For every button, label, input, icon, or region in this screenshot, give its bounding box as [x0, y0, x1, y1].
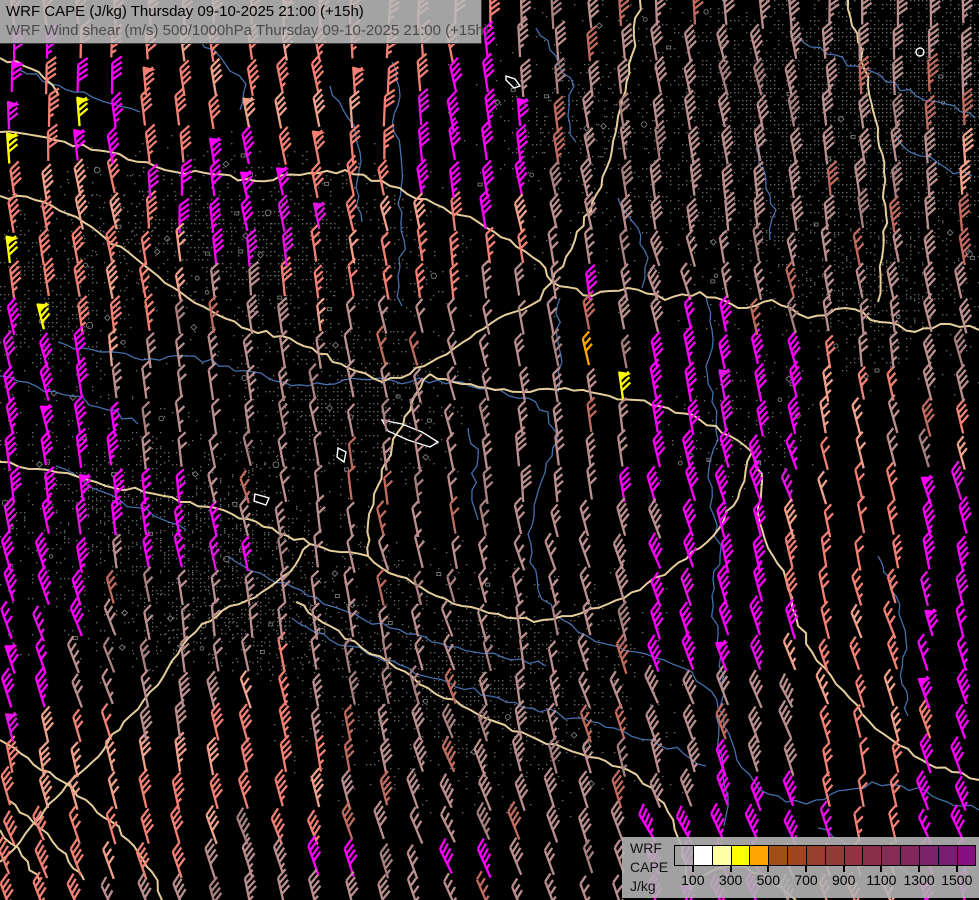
legend-swatch — [787, 845, 806, 866]
legend-swatch — [862, 845, 882, 866]
legend-swatch — [674, 845, 693, 866]
legend-swatch — [692, 845, 712, 866]
legend-swatch — [881, 845, 901, 866]
legend-label: WRF CAPE J/kg — [630, 839, 668, 896]
legend-swatch — [711, 845, 731, 866]
legend-tick-label: 1500 — [941, 872, 973, 888]
legend-swatch — [768, 845, 788, 866]
legend-swatch — [843, 845, 863, 866]
legend-swatch — [805, 845, 825, 866]
legend-color-scale — [674, 845, 976, 866]
legend-tick-label: 1100 — [866, 872, 897, 888]
legend-swatch — [937, 845, 957, 866]
legend-tick-label: 700 — [794, 872, 818, 888]
legend-tick-label: 300 — [718, 872, 743, 888]
legend-swatch — [730, 845, 750, 866]
legend-swatch — [956, 845, 976, 866]
legend-tick-label: 900 — [832, 872, 856, 888]
legend-label-line1: WRF — [630, 840, 662, 856]
legend-label-line2: CAPE — [630, 859, 669, 875]
legend-tick-label: 500 — [756, 872, 780, 888]
weather-map — [0, 0, 979, 900]
legend-swatch — [824, 845, 844, 866]
legend-swatch — [900, 845, 919, 866]
weather-map-stage: WRF CAPE (J/kg) Thursday 09-10-2025 21:0… — [0, 0, 979, 900]
map-title-shear: WRF Wind shear (m/s) 500/1000hPa Thursda… — [6, 22, 489, 39]
map-title-cape: WRF CAPE (J/kg) Thursday 09-10-2025 21:0… — [6, 3, 364, 20]
legend-swatch — [749, 845, 769, 866]
legend-tick-label: 1300 — [903, 872, 935, 888]
legend-tick-label: 100 — [681, 872, 705, 888]
legend-swatch — [918, 845, 938, 866]
legend-label-line3: J/kg — [630, 878, 656, 894]
cape-legend: WRF CAPE J/kg 100 300 500 700 900 1100 1300 150… — [622, 837, 979, 898]
map-title-box: WRF CAPE (J/kg) Thursday 09-10-2025 21:0… — [0, 0, 489, 44]
